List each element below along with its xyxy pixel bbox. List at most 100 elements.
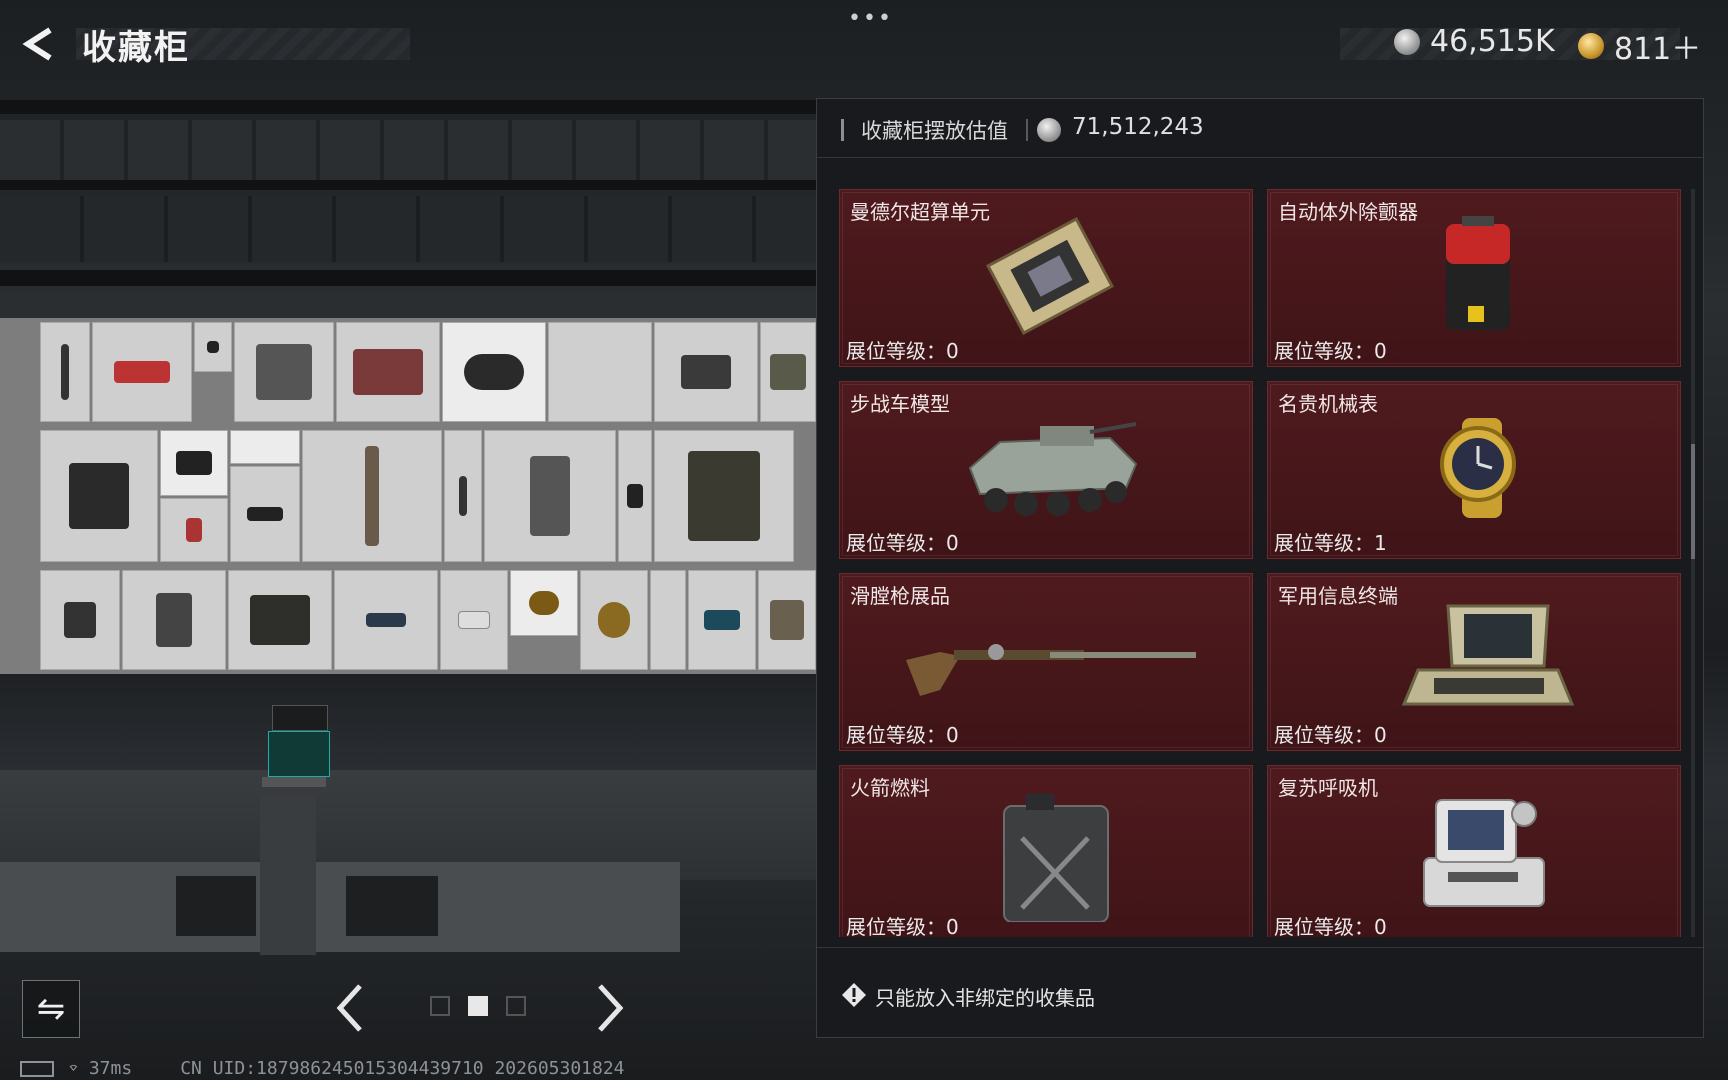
vent (346, 876, 438, 936)
cabinet-slot[interactable] (618, 430, 652, 562)
cabinet-slot[interactable] (510, 570, 578, 636)
more-menu-icon[interactable]: ••• (848, 6, 893, 31)
ceiling-beam (0, 180, 816, 190)
cabinet-value-label: 收藏柜摆放估值 (861, 119, 1008, 143)
silver-coin-icon (1037, 118, 1061, 142)
cabinet-slot[interactable] (442, 322, 546, 422)
cabinet-slot[interactable] (92, 322, 192, 422)
cabinet-slot[interactable] (444, 430, 482, 562)
booth-level: 展位等级：0 (1274, 339, 1387, 363)
cabinet-slot[interactable] (758, 570, 816, 670)
cabinet-slot[interactable] (334, 570, 438, 670)
ceiling-beam (0, 100, 816, 114)
item-card[interactable]: 复苏呼吸机 展位等级：0 (1267, 765, 1681, 937)
gold-currency[interactable]: 811＋ (1578, 24, 1701, 68)
musket-icon (900, 600, 1200, 720)
scrollbar-track[interactable] (1691, 189, 1695, 937)
item-card[interactable]: 自动体外除颤器 展位等级：0 (1267, 189, 1681, 367)
silver-currency-value: 46,515K (1430, 24, 1555, 59)
cabinet-slot[interactable] (654, 322, 758, 422)
booth-level: 展位等级：0 (846, 723, 959, 747)
page-indicator[interactable] (506, 996, 526, 1016)
cabinet-slot[interactable] (654, 430, 794, 562)
battery-icon (20, 1061, 54, 1077)
ceiling-panels (0, 120, 816, 180)
booth-level: 展位等级：0 (846, 531, 959, 555)
prev-page-icon[interactable] (330, 978, 370, 1050)
cabinet-slot[interactable] (580, 570, 648, 670)
page-indicator[interactable] (430, 996, 450, 1016)
wifi-icon: ⌔ (68, 1058, 79, 1079)
uid-text: CN UID:18798624501530443971​0 2026053018… (180, 1058, 625, 1079)
display-ledge (0, 862, 680, 952)
item-card[interactable]: 曼德尔超算单元 展位等级：0 (839, 189, 1253, 367)
cabinet-slot[interactable] (484, 430, 616, 562)
page-title: 收藏柜 (82, 28, 190, 68)
item-name: 名贵机械表 (1278, 392, 1378, 416)
cabinet-slot[interactable] (160, 498, 228, 562)
gold-currency-value: 811＋ (1614, 32, 1702, 67)
item-card[interactable]: 滑膛枪展品 展位等级：0 (839, 573, 1253, 751)
swap-icon[interactable]: ⇋ (22, 980, 80, 1038)
top-bar: 收藏柜 ••• 46,515K 811＋ (0, 0, 1728, 88)
warning-icon (841, 982, 867, 1008)
header-accent-bar (841, 119, 844, 141)
booth-level: 展位等级：0 (846, 339, 959, 363)
collection-panel: 收藏柜摆放估值 71,512,243 曼德尔超算单元 展位等级：0 自动体外除颤… (816, 98, 1704, 1038)
item-grid: 曼德尔超算单元 展位等级：0 自动体外除颤器 展位等级：0 步战车模型 展位等级… (839, 189, 1689, 937)
display-cabinet (0, 318, 816, 674)
cabinet-slot[interactable] (228, 570, 332, 670)
computing-unit-icon (960, 216, 1140, 336)
cabinet-slot[interactable] (302, 430, 442, 562)
cabinet-slot[interactable] (40, 430, 158, 562)
item-name: 步战车模型 (850, 392, 950, 416)
ventilator-icon (1388, 792, 1568, 912)
cabinet-slot[interactable] (40, 570, 120, 670)
item-name: 军用信息终端 (1278, 584, 1398, 608)
cabinet-slot[interactable] (650, 570, 686, 670)
booth-level: 展位等级：1 (1274, 531, 1387, 555)
defibrillator-icon (1388, 216, 1568, 336)
cabinet-slot[interactable] (230, 466, 300, 562)
military-terminal-icon (1388, 600, 1588, 720)
header-divider (1026, 119, 1028, 141)
cabinet-slot[interactable] (122, 570, 226, 670)
silver-coin-icon (1394, 28, 1420, 55)
cabinet-value-amount: 71,512,243 (1072, 114, 1204, 140)
booth-level: 展位等级：0 (1274, 723, 1387, 747)
item-name: 火箭燃料 (850, 776, 930, 800)
gold-coin-icon (1578, 33, 1604, 59)
page-indicator-active[interactable] (468, 996, 488, 1016)
item-card[interactable]: 名贵机械表 展位等级：1 (1267, 381, 1681, 559)
collection-terminal[interactable] (258, 705, 330, 955)
unbound-only-notice: 只能放入非绑定的收集品 (875, 986, 1095, 1010)
item-card[interactable]: 火箭燃料 展位等级：0 (839, 765, 1253, 937)
ifv-model-icon (960, 408, 1140, 528)
booth-level: 展位等级：0 (846, 915, 959, 937)
cabinet-slot[interactable] (548, 322, 652, 422)
cabinet-slot[interactable] (688, 570, 756, 670)
back-arrow-icon[interactable] (20, 24, 60, 64)
ping-value: 37ms (88, 1058, 133, 1079)
scrollbar-thumb[interactable] (1691, 444, 1695, 559)
watch-icon (1388, 408, 1568, 528)
cabinet-slot[interactable] (760, 322, 816, 422)
panel-footer: 只能放入非绑定的收集品 (817, 947, 1703, 1040)
cabinet-slot[interactable] (230, 430, 300, 464)
cabinet-slot[interactable] (234, 322, 334, 422)
ceiling-panels (0, 196, 816, 262)
item-card[interactable]: 军用信息终端 展位等级：0 (1267, 573, 1681, 751)
booth-level: 展位等级：0 (1274, 915, 1387, 937)
cabinet-slot[interactable] (160, 430, 228, 496)
ceiling-beam (0, 270, 816, 286)
item-name: 复苏呼吸机 (1278, 776, 1378, 800)
cabinet-slot[interactable] (194, 322, 232, 372)
next-page-icon[interactable] (590, 978, 630, 1050)
silver-currency[interactable]: 46,515K (1394, 24, 1555, 59)
vent (176, 876, 256, 936)
cabinet-slot[interactable] (440, 570, 508, 670)
cabinet-slot[interactable] (40, 322, 90, 422)
item-card[interactable]: 步战车模型 展位等级：0 (839, 381, 1253, 559)
cabinet-slot[interactable] (336, 322, 440, 422)
status-bar: ⌔ 37ms CN UID:18798624501530443971​0 20260… (20, 1058, 625, 1079)
